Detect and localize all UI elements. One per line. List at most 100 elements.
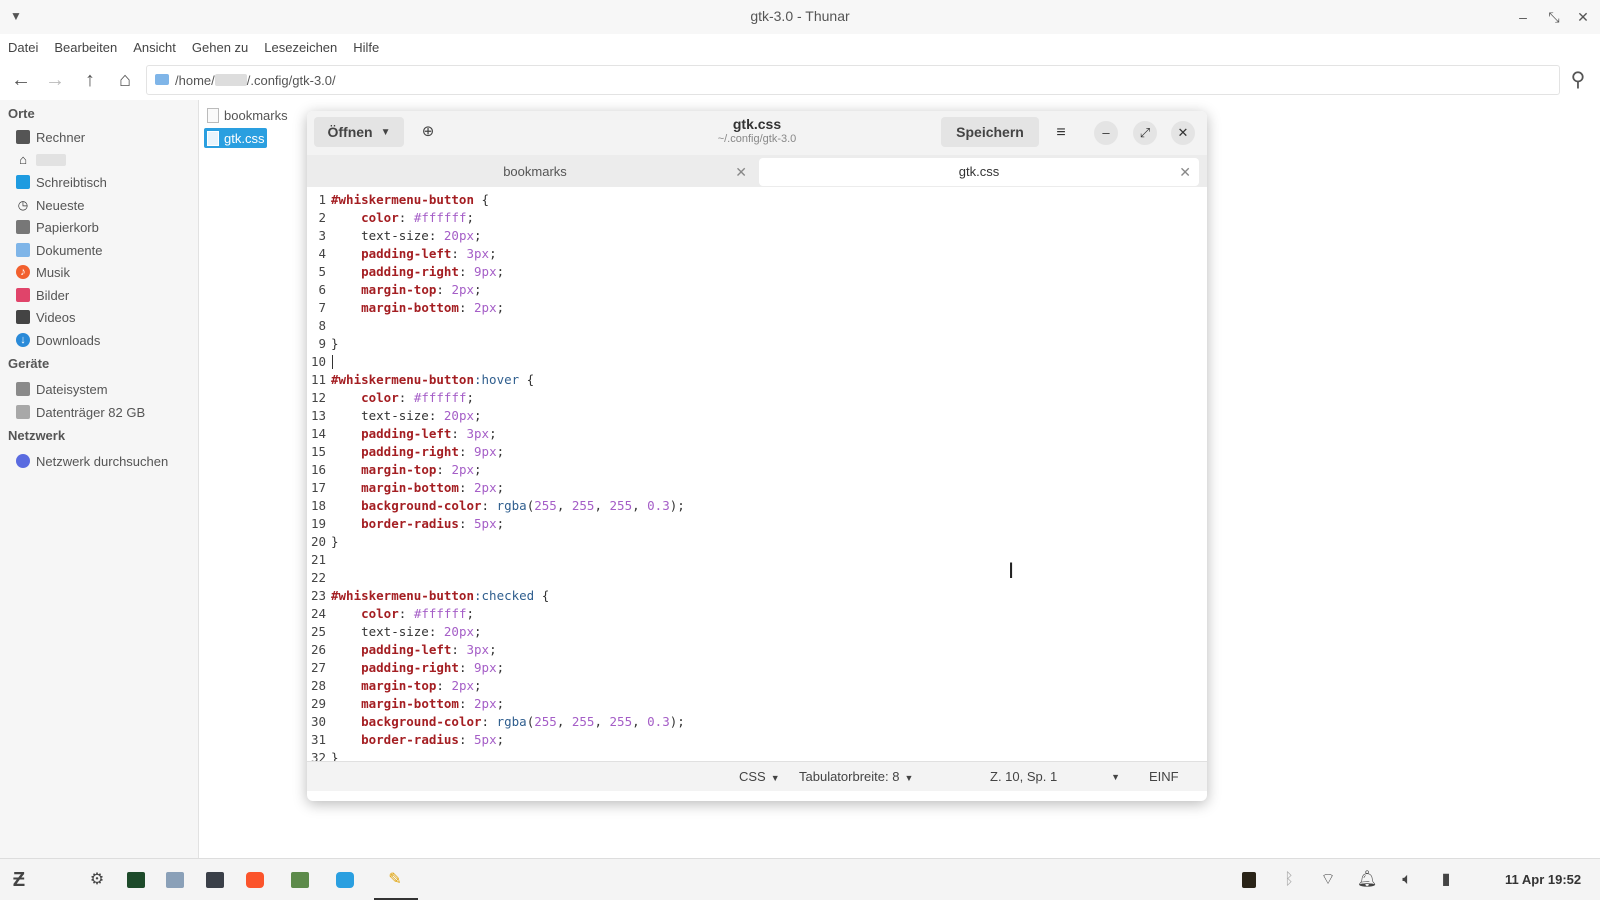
close-icon[interactable]: ✕ bbox=[1572, 6, 1594, 28]
menu-ansicht[interactable]: Ansicht bbox=[125, 36, 184, 58]
code-text: color: #ffffff; bbox=[361, 210, 475, 225]
back-icon[interactable]: ← bbox=[8, 67, 34, 93]
new-document-icon[interactable]: ⊕ bbox=[416, 120, 440, 144]
open-button[interactable]: Öffnen ▼ bbox=[314, 117, 404, 147]
forward-icon[interactable]: → bbox=[42, 67, 68, 93]
code-text: padding-right: 9px; bbox=[361, 264, 505, 279]
sidebar-item-netzwerk[interactable]: Netzwerk durchsuchen bbox=[16, 451, 168, 471]
code-text: border-radius: 5px; bbox=[361, 732, 505, 747]
sidebar-item-home[interactable]: ⌂ bbox=[16, 150, 66, 170]
tray-app-icon[interactable] bbox=[1238, 869, 1260, 891]
hamburger-menu-icon[interactable]: ≡ bbox=[1049, 121, 1073, 145]
menu-hilfe[interactable]: Hilfe bbox=[345, 36, 387, 58]
code-line: 30 background-color: rgba(255, 255, 255,… bbox=[307, 713, 1207, 731]
code-line: 26 padding-left: 3px; bbox=[307, 641, 1207, 659]
minimize-icon[interactable]: – bbox=[1512, 6, 1534, 28]
code-line: 5 padding-right: 9px; bbox=[307, 263, 1207, 281]
code-line: 4 padding-left: 3px; bbox=[307, 245, 1207, 263]
code-text: margin-bottom: 2px; bbox=[361, 480, 505, 495]
line-number: 10 bbox=[310, 354, 326, 369]
sidebar-item-dateisystem[interactable]: Dateisystem bbox=[16, 379, 108, 399]
text-editor-icon[interactable]: ✎ bbox=[384, 869, 406, 891]
menu-lesezeichen[interactable]: Lesezeichen bbox=[256, 36, 345, 58]
drive-icon bbox=[16, 382, 30, 396]
code-line: 20} bbox=[307, 533, 1207, 551]
trash-icon bbox=[16, 220, 30, 234]
sidebar-item-papierkorb[interactable]: Papierkorb bbox=[16, 217, 99, 237]
insert-mode[interactable]: EINF bbox=[1149, 769, 1179, 784]
software-store-icon[interactable] bbox=[334, 869, 356, 891]
brave-browser-icon[interactable] bbox=[244, 869, 266, 891]
chevron-down-icon: ▼ bbox=[770, 773, 780, 783]
location-bar[interactable]: /home//.config/gtk-3.0/ bbox=[146, 65, 1560, 95]
battery-icon[interactable]: ▮ bbox=[1435, 869, 1457, 891]
sidebar-item-videos[interactable]: Videos bbox=[16, 307, 76, 327]
line-number: 20 bbox=[310, 534, 326, 549]
sidebar-item-rechner[interactable]: Rechner bbox=[16, 127, 85, 147]
line-number: 3 bbox=[318, 228, 326, 243]
file-item-gtk-css[interactable]: gtk.css bbox=[204, 128, 268, 148]
code-text: padding-right: 9px; bbox=[361, 444, 505, 459]
sidebar-item-neueste[interactable]: ◷ Neueste bbox=[16, 195, 85, 215]
bluetooth-icon[interactable]: ᛒ bbox=[1278, 869, 1300, 891]
thunar-titlebar: ▼ gtk-3.0 - Thunar – ⤡ ✕ bbox=[0, 0, 1600, 34]
code-view[interactable]: 1 #whiskermenu-button {2 color: #ffffff; 3… bbox=[307, 191, 1207, 771]
text-cursor-icon: I bbox=[1008, 558, 1015, 583]
menu-datei[interactable]: Datei bbox=[0, 36, 46, 58]
save-button[interactable]: Speichern bbox=[941, 117, 1039, 147]
sidebar-item-datentraeger[interactable]: Datenträger 82 GB bbox=[16, 402, 145, 422]
up-icon[interactable]: ↑ bbox=[77, 67, 103, 93]
cursor-position[interactable]: Z. 10, Sp. 1 ▼ bbox=[990, 769, 1120, 784]
wifi-icon[interactable]: ⌔ bbox=[1317, 869, 1339, 891]
text-editor-window: Öffnen ▼ ⊕ gtk.css ~/.config/gtk-3.0 Spei… bbox=[307, 111, 1207, 801]
sidebar-item-bilder[interactable]: Bilder bbox=[16, 285, 69, 305]
sidebar-item-downloads[interactable]: ↓ Downloads bbox=[16, 330, 100, 350]
line-number: 9 bbox=[318, 336, 326, 351]
music-icon: ♪ bbox=[16, 265, 30, 279]
code-text: #whiskermenu-button:hover { bbox=[331, 372, 535, 387]
terminal-icon[interactable] bbox=[204, 869, 226, 891]
close-icon[interactable]: ✕ bbox=[1171, 121, 1195, 145]
menu-gehen-zu[interactable]: Gehen zu bbox=[184, 36, 256, 58]
file-item-bookmarks[interactable]: bookmarks bbox=[204, 105, 291, 125]
code-line: 29 margin-bottom: 2px; bbox=[307, 695, 1207, 713]
notification-bell-icon[interactable]: 🔔︎ bbox=[1356, 869, 1378, 891]
language-selector[interactable]: CSS ▼ bbox=[739, 769, 780, 784]
tab-bookmarks[interactable]: bookmarks ✕ bbox=[315, 158, 755, 186]
maximize-icon[interactable]: ⤡ bbox=[1543, 6, 1565, 28]
tab-gtk-css[interactable]: gtk.css ✕ bbox=[759, 158, 1199, 186]
sidebar-item-schreibtisch[interactable]: Schreibtisch bbox=[16, 172, 107, 192]
editor-statusbar: CSS ▼ Tabulatorbreite: 8 ▼ Z. 10, Sp. 1 ▼ E… bbox=[307, 761, 1207, 791]
desktop-icon bbox=[16, 175, 30, 189]
code-line: 25 text-size: 20px; bbox=[307, 623, 1207, 641]
chevron-down-icon: ▼ bbox=[1111, 772, 1120, 782]
app-menu-icon[interactable]: Ƶ bbox=[8, 869, 30, 891]
close-tab-icon[interactable]: ✕ bbox=[735, 158, 747, 186]
search-icon[interactable]: ⚲ bbox=[1565, 67, 1591, 93]
volume-icon[interactable]: 🔈︎ bbox=[1396, 869, 1418, 891]
clock[interactable]: 11 Apr 19:52 bbox=[1505, 872, 1581, 887]
code-text: padding-left: 3px; bbox=[361, 642, 497, 657]
sidebar-item-dokumente[interactable]: Dokumente bbox=[16, 240, 102, 260]
code-line: 13 text-size: 20px; bbox=[307, 407, 1207, 425]
minimize-icon[interactable]: – bbox=[1094, 121, 1118, 145]
code-line: 16 margin-top: 2px; bbox=[307, 461, 1207, 479]
maximize-icon[interactable]: ⤢ bbox=[1133, 121, 1157, 145]
settings-icon[interactable]: ⚙ bbox=[86, 869, 108, 891]
close-tab-icon[interactable]: ✕ bbox=[1179, 158, 1191, 186]
line-number: 31 bbox=[310, 732, 326, 747]
home-icon[interactable]: ⌂ bbox=[112, 67, 138, 93]
code-line: 17 margin-bottom: 2px; bbox=[307, 479, 1207, 497]
code-text: padding-left: 3px; bbox=[361, 426, 497, 441]
line-number: 21 bbox=[310, 552, 326, 567]
code-line: 27 padding-right: 9px; bbox=[307, 659, 1207, 677]
sidebar-item-musik[interactable]: ♪ Musik bbox=[16, 262, 70, 282]
code-line: 28 margin-top: 2px; bbox=[307, 677, 1207, 695]
tab-width-selector[interactable]: Tabulatorbreite: 8 ▼ bbox=[799, 769, 913, 784]
disk-utility-icon[interactable] bbox=[164, 869, 186, 891]
file-manager-icon[interactable] bbox=[289, 869, 311, 891]
line-number: 4 bbox=[318, 246, 326, 261]
system-monitor-icon[interactable] bbox=[125, 869, 147, 891]
code-line: 2 color: #ffffff; bbox=[307, 209, 1207, 227]
menu-bearbeiten[interactable]: Bearbeiten bbox=[46, 36, 125, 58]
